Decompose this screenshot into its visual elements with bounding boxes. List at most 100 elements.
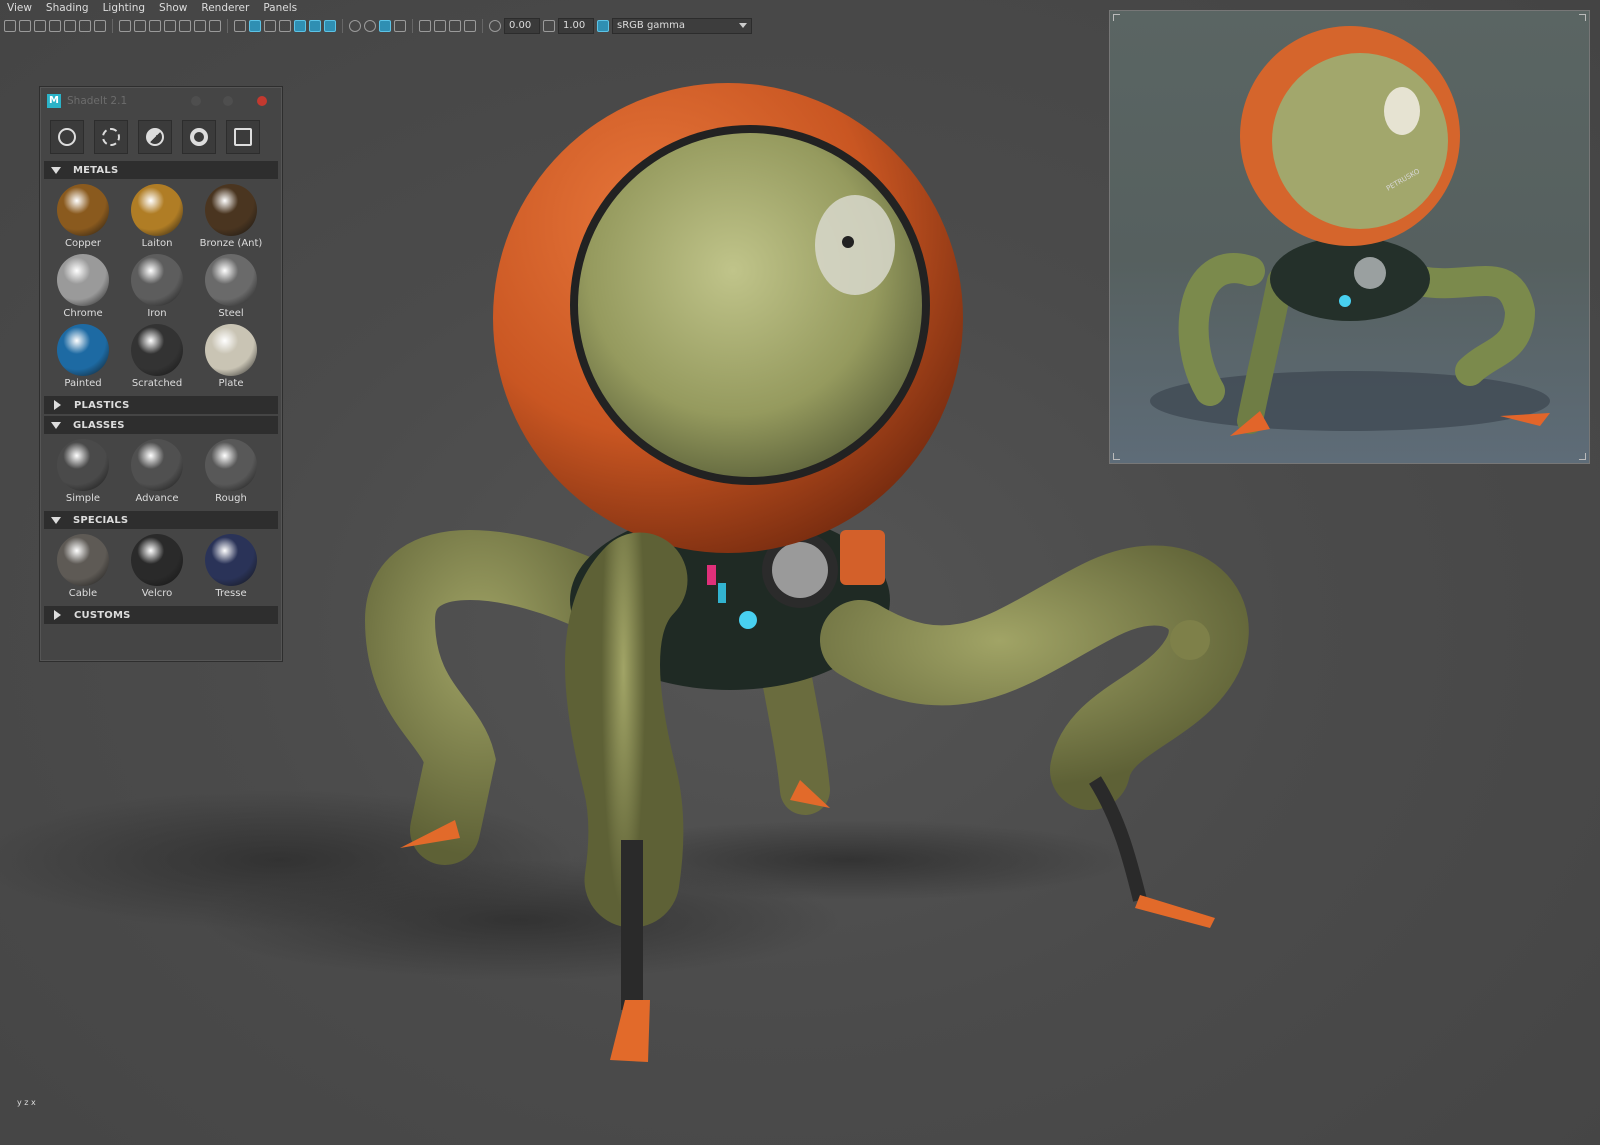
shader-ball-icon[interactable] (50, 120, 84, 154)
panel-titlebar[interactable]: M ShadeIt 2.1 (40, 87, 282, 115)
material-label: Tresse (215, 588, 247, 599)
material-preview-sphere (131, 254, 183, 306)
robot-leg-front-right (820, 545, 1249, 810)
material-tresse[interactable]: Tresse (194, 534, 268, 604)
section-label: GLASSES (73, 419, 125, 431)
material-laiton[interactable]: Laiton (120, 184, 194, 254)
section-header-customs[interactable]: CUSTOMS (44, 606, 278, 624)
robot-indicator-pink (707, 565, 716, 585)
material-iron[interactable]: Iron (120, 254, 194, 324)
robot-lens (772, 542, 828, 598)
robot-indicator-cyan (718, 583, 726, 603)
material-painted[interactable]: Painted (46, 324, 120, 394)
axis-indicator: y z x (17, 1098, 36, 1107)
material-preview-sphere (57, 254, 109, 306)
concept-leg (1405, 266, 1536, 386)
material-chrome[interactable]: Chrome (46, 254, 120, 324)
section-header-metals[interactable]: METALS (44, 161, 278, 179)
section-label: CUSTOMS (74, 609, 131, 621)
robot-indicator-light (739, 611, 757, 629)
material-copper[interactable]: Copper (46, 184, 120, 254)
material-preview-sphere (57, 439, 109, 491)
camera-lens-icon[interactable] (182, 120, 216, 154)
material-label: Copper (64, 238, 102, 249)
material-bronze-ant[interactable]: Bronze (Ant) (194, 184, 268, 254)
minimize-button[interactable] (223, 96, 233, 106)
material-label: Bronze (Ant) (199, 238, 263, 249)
panel-toolbar (40, 115, 282, 158)
app-logo-icon: M (47, 94, 61, 108)
material-label: Plate (218, 378, 244, 389)
material-preview-sphere (131, 324, 183, 376)
reference-image[interactable]: PETRUSKO (1109, 10, 1590, 464)
concept-eye (1384, 87, 1420, 135)
section-label: PLASTICS (74, 399, 130, 411)
help-button[interactable] (191, 96, 201, 106)
corner-handle-icon[interactable] (1579, 14, 1586, 21)
material-label: Advance (135, 493, 179, 504)
concept-lens (1354, 257, 1386, 289)
robot-knee-joint (1170, 620, 1210, 660)
robot-visor (578, 133, 922, 477)
material-label: Iron (147, 308, 167, 319)
expand-arrow-icon (51, 166, 61, 174)
material-label: Chrome (63, 308, 103, 319)
concept-visor (1272, 53, 1448, 229)
material-simple[interactable]: Simple (46, 439, 120, 509)
material-velcro[interactable]: Velcro (120, 534, 194, 604)
concept-robot-painting: PETRUSKO (1150, 26, 1550, 436)
material-preview-sphere (205, 534, 257, 586)
section-label: SPECIALS (73, 514, 129, 526)
material-label: Laiton (141, 238, 173, 249)
robot-visor-eye (815, 195, 895, 295)
material-cable[interactable]: Cable (46, 534, 120, 604)
material-advance[interactable]: Advance (120, 439, 194, 509)
section-header-plastics[interactable]: PLASTICS (44, 396, 278, 414)
shader-panel[interactable]: M ShadeIt 2.1 METALS Copper Laiton Bronze (… (39, 86, 283, 662)
material-label: Simple (65, 493, 101, 504)
material-sections: METALS Copper Laiton Bronze (Ant) Chrome Iron… (40, 161, 282, 624)
material-label: Steel (218, 308, 244, 319)
close-button[interactable] (257, 96, 267, 106)
panel-title: ShadeIt 2.1 (67, 95, 128, 107)
collapse-arrow-icon (54, 610, 61, 620)
expand-arrow-icon (51, 516, 61, 524)
material-label: Scratched (131, 378, 183, 389)
light-rig-icon[interactable] (94, 120, 128, 154)
corner-handle-icon[interactable] (1113, 14, 1120, 21)
concept-leg (1178, 253, 1265, 406)
cube-grid-icon[interactable] (226, 120, 260, 154)
material-preview-sphere (57, 184, 109, 236)
corner-handle-icon[interactable] (1113, 453, 1120, 460)
3d-viewport[interactable]: View Shading Lighting Show Renderer Pane… (0, 0, 1600, 1145)
expand-arrow-icon (51, 421, 61, 429)
material-preview-sphere (205, 184, 257, 236)
material-grid: Simple Advance Rough (40, 434, 282, 509)
material-preview-sphere (131, 184, 183, 236)
material-preview-sphere (205, 439, 257, 491)
material-preview-sphere (205, 254, 257, 306)
material-label: Cable (68, 588, 98, 599)
robot-foot (1135, 895, 1215, 928)
material-rough[interactable]: Rough (194, 439, 268, 509)
concept-light (1339, 295, 1351, 307)
section-header-glasses[interactable]: GLASSES (44, 416, 278, 434)
material-label: Painted (64, 378, 102, 389)
collapse-arrow-icon (54, 400, 61, 410)
material-label: Velcro (141, 588, 173, 599)
section-header-specials[interactable]: SPECIALS (44, 511, 278, 529)
robot-foot (610, 1000, 650, 1062)
material-scratched[interactable]: Scratched (120, 324, 194, 394)
robot-visor-pupil (842, 236, 854, 248)
material-grid: Copper Laiton Bronze (Ant) Chrome Iron Steel P… (40, 179, 282, 394)
material-preview-sphere (205, 324, 257, 376)
material-grid: Cable Velcro Tresse (40, 529, 282, 604)
material-plate[interactable]: Plate (194, 324, 268, 394)
robot-leg-front-left (565, 532, 688, 928)
robot-side-vent (840, 530, 885, 585)
sphere-half-icon[interactable] (138, 120, 172, 154)
material-label: Rough (215, 493, 247, 504)
concept-body (1270, 237, 1430, 321)
corner-handle-icon[interactable] (1579, 453, 1586, 460)
material-steel[interactable]: Steel (194, 254, 268, 324)
